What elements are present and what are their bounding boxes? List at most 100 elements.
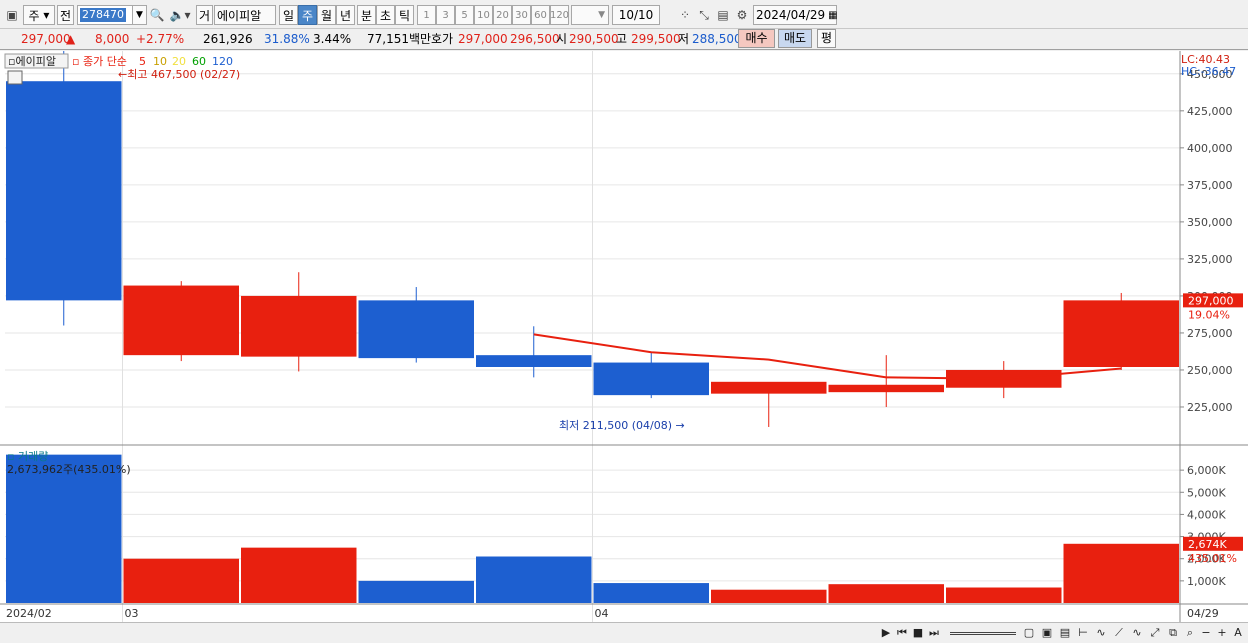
- quote-low: 288,500: [692, 32, 742, 46]
- tool-icon-4[interactable]: ⊢: [1076, 626, 1090, 640]
- quote-direction: ▲: [66, 32, 76, 46]
- table-icon: [7, 70, 23, 85]
- save-icon[interactable]: ▤: [714, 5, 732, 25]
- period-button-4[interactable]: 분: [357, 5, 376, 25]
- candle-body-2: [241, 295, 357, 357]
- rewind-icon[interactable]: ⏮: [895, 626, 909, 640]
- tool-icon-6[interactable]: ⟋: [1112, 626, 1126, 640]
- gear-icon[interactable]: ⚙: [733, 5, 751, 25]
- legend-ma-period-0: 5: [139, 55, 146, 68]
- interval-button-4[interactable]: 20: [493, 5, 512, 25]
- tool-icon-5[interactable]: ∿: [1094, 626, 1108, 640]
- price-tick-label-0: 225,000: [1187, 401, 1233, 414]
- high-annotation: ←최고 467,500 (02/27): [118, 68, 240, 81]
- code-dropdown-icon[interactable]: ▼: [132, 5, 147, 25]
- count-value: 10/10: [618, 8, 654, 22]
- prev-label: 전: [59, 8, 72, 23]
- volume-bar-9: [1063, 543, 1179, 603]
- period-button-5[interactable]: 초: [376, 5, 395, 25]
- volume-bar-1: [123, 558, 239, 603]
- period-unit-select[interactable]: 주 ▾: [23, 5, 55, 25]
- crosshair-icon[interactable]: ⤡: [695, 5, 713, 25]
- stock-name-field[interactable]: 에이피알: [214, 5, 276, 25]
- period-button-6[interactable]: 틱: [395, 5, 414, 25]
- interval-button-3[interactable]: 10: [474, 5, 493, 25]
- volume-bar-7: [828, 584, 944, 603]
- legend-name: ▫에이피알: [8, 54, 56, 68]
- interval-button-5[interactable]: 30: [512, 5, 531, 25]
- hc-label: HC:-36.47: [1181, 65, 1236, 78]
- legend-ma-period-1: 10: [153, 55, 167, 68]
- price-tick-label-7: 400,000: [1187, 142, 1233, 155]
- sell-button[interactable]: 매도: [778, 29, 812, 48]
- search-icon[interactable]: 🔍: [148, 5, 166, 25]
- category-label: 거: [198, 8, 211, 23]
- price-tick-label-6: 375,000: [1187, 179, 1233, 192]
- interval-button-1[interactable]: 3: [436, 5, 455, 25]
- speaker-icon[interactable]: 🔈▾: [167, 5, 193, 25]
- quote-high-label: 고: [616, 32, 628, 46]
- stock-name: 에이피알: [217, 8, 262, 23]
- tool-icon-7[interactable]: ∿: [1130, 626, 1144, 640]
- x-label-2: 04: [595, 607, 609, 620]
- toolbar: ▣ 주 ▾ 전 278470 ▼ 🔍 🔈▾ 거 에이피알 일주월년분초틱 135…: [0, 0, 1248, 29]
- date-field[interactable]: 2024/04/29 ▦: [753, 5, 838, 25]
- x-label-1: 03: [125, 607, 139, 620]
- font-button[interactable]: A: [1231, 626, 1245, 640]
- volume-bar-5: [593, 583, 709, 603]
- price-tick-label-4: 325,000: [1187, 253, 1233, 266]
- chart-area[interactable]: 225,000250,000275,000300,000325,000350,0…: [0, 47, 1248, 623]
- candle-body-5: [593, 362, 709, 396]
- volume-tick-label-0: 1,000K: [1187, 575, 1226, 588]
- last-pct-label: 19.04%: [1188, 308, 1230, 321]
- tool-icon-2[interactable]: ▣: [1040, 626, 1054, 640]
- x-label-3: 04/29: [1187, 607, 1219, 620]
- interval-button-7[interactable]: 120: [550, 5, 569, 25]
- interval-dropdown[interactable]: ▼: [571, 5, 609, 25]
- price-tick-label-8: 425,000: [1187, 105, 1233, 118]
- price-volume-chart[interactable]: 225,000250,000275,000300,000325,000350,0…: [0, 47, 1248, 623]
- period-button-3[interactable]: 년: [336, 5, 355, 25]
- tool-icon-1[interactable]: ▢: [1022, 626, 1036, 640]
- period-button-2[interactable]: 월: [317, 5, 336, 25]
- calendar-icon[interactable]: ▦: [828, 10, 837, 21]
- scroll-slider[interactable]: [950, 632, 1016, 635]
- count-field[interactable]: 10/10: [612, 5, 660, 25]
- date-value: 2024/04/29: [756, 8, 826, 22]
- x-label-0: 2024/02: [6, 607, 52, 620]
- candle-body-0: [6, 81, 122, 301]
- quote-amount: 77,151백만: [367, 32, 432, 46]
- zoom-out-button[interactable]: −: [1199, 626, 1213, 640]
- volume-bar-4: [476, 556, 592, 603]
- volume-bar-6: [711, 589, 827, 603]
- buy-button[interactable]: 매수: [738, 29, 775, 48]
- magnifier-icon[interactable]: ⌕: [1183, 626, 1197, 640]
- tool-icon-9[interactable]: ⧉: [1166, 626, 1180, 640]
- category-button[interactable]: 거: [196, 5, 213, 25]
- grid-icon[interactable]: ⁘: [676, 5, 694, 25]
- quote-ratio1: 31.88%: [264, 32, 310, 46]
- interval-button-0[interactable]: 1: [417, 5, 436, 25]
- tool-icon-3[interactable]: ▤: [1058, 626, 1072, 640]
- play-icon[interactable]: ▶: [879, 626, 893, 640]
- avg-button[interactable]: 평: [817, 29, 836, 48]
- last-volume-label: 2,674K: [1188, 538, 1227, 551]
- forward-icon[interactable]: ⏭: [927, 626, 941, 640]
- candle-body-7: [828, 384, 944, 393]
- legend-ma-label: ▫ 종가 단순: [72, 55, 127, 68]
- period-unit-label: 주: [28, 8, 40, 23]
- prev-button[interactable]: 전: [57, 5, 74, 25]
- zoom-in-button[interactable]: +: [1215, 626, 1229, 640]
- interval-button-2[interactable]: 5: [455, 5, 474, 25]
- period-button-1[interactable]: 주: [298, 5, 317, 25]
- last-price-label: 297,000: [1188, 294, 1234, 307]
- tool-icon-8[interactable]: ⤢: [1148, 626, 1162, 640]
- legend-ma-period-2: 20: [172, 55, 186, 68]
- period-button-0[interactable]: 일: [279, 5, 298, 25]
- candle-body-3: [358, 300, 474, 359]
- interval-button-6[interactable]: 60: [531, 5, 550, 25]
- quote-bid: 296,500: [510, 32, 560, 46]
- volume-bar-8: [946, 587, 1062, 603]
- stop-icon[interactable]: ■: [911, 626, 925, 640]
- window-icon[interactable]: ▣: [3, 5, 21, 25]
